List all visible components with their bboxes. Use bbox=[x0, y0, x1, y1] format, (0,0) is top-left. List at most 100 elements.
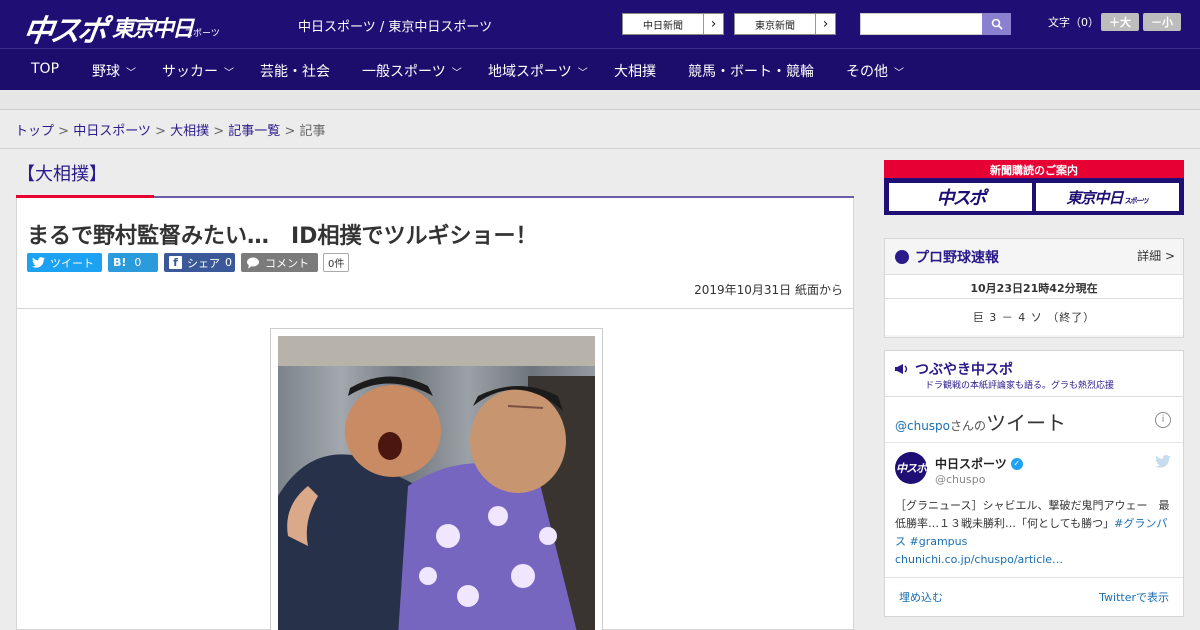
subscribe-chuspo-button[interactable]: 中スポ bbox=[889, 183, 1032, 211]
search-button[interactable] bbox=[982, 13, 1011, 35]
baseball-detail-link[interactable]: 詳細 > bbox=[1137, 247, 1175, 264]
tweet-text: ［グラニュース］シャビエル、撃破だ鬼門アウェー 最低勝率…１３戦未勝利…「何とし… bbox=[895, 497, 1173, 569]
chevron-right-icon: › bbox=[703, 14, 723, 34]
breadcrumb-article-list[interactable]: 記事一覧 bbox=[228, 124, 280, 139]
embed-link[interactable]: 埋め込む bbox=[899, 589, 943, 605]
divider bbox=[885, 442, 1183, 443]
search-icon bbox=[991, 18, 1003, 30]
breadcrumb-separator: > bbox=[280, 124, 300, 139]
hatena-count: 0 bbox=[134, 256, 142, 269]
nav-item-entertainment[interactable]: 芸能・社会 bbox=[260, 61, 330, 81]
view-on-twitter-link[interactable]: Twitterで表示 bbox=[1099, 589, 1169, 605]
tokyo-shimbun-label: 東京新聞 bbox=[755, 20, 795, 32]
nav-label: その他 bbox=[846, 64, 888, 80]
timeline-tweets-word: ツイート bbox=[986, 411, 1067, 435]
subscribe-tokyo-chunichi-label: 東京中日 bbox=[1066, 188, 1124, 207]
subscription-title: 新聞購読のご案内 bbox=[990, 164, 1078, 177]
nav-item-racing[interactable]: 競馬・ボート・競輪 bbox=[688, 61, 814, 81]
nav-label: 野球 bbox=[92, 64, 120, 80]
breadcrumb-current: 記事 bbox=[299, 124, 326, 139]
comment-label: コメント bbox=[265, 256, 309, 270]
tweet-share-label: ツイート bbox=[50, 256, 94, 270]
hatena-icon: B! bbox=[113, 256, 127, 269]
article-title: まるで野村監督みたい… ID相撲でツルギショー！ bbox=[27, 224, 538, 249]
tweets-widget: つぶやき中スポ ドラ観戦の本紙評論家も語る。グラも熱烈応援 @chuspoさんの… bbox=[884, 350, 1184, 617]
twitter-bird-icon[interactable] bbox=[1155, 455, 1171, 472]
tweet-user-name-text: 中日スポーツ bbox=[935, 457, 1007, 471]
tweet-hashtag[interactable]: #grampus bbox=[910, 535, 968, 548]
info-icon[interactable]: i bbox=[1155, 412, 1171, 428]
breadcrumb-separator: > bbox=[150, 124, 171, 139]
nav-item-regional-sports[interactable]: 地域スポーツ ﹀ bbox=[488, 61, 588, 81]
divider bbox=[885, 577, 1183, 578]
tweets-widget-title: つぶやき中スポ bbox=[915, 362, 1013, 378]
breadcrumb-top[interactable]: トップ bbox=[15, 124, 54, 139]
nav-label: サッカー bbox=[162, 64, 218, 80]
article-card: まるで野村監督みたい… ID相撲でツルギショー！ ツイート B! 0 f シェア… bbox=[16, 198, 854, 630]
nav-item-top[interactable]: TOP bbox=[31, 61, 59, 77]
subscribe-tokyo-chunichi-sub: スポーツ bbox=[1124, 197, 1150, 205]
tweet-user-name[interactable]: 中日スポーツ ✓ bbox=[935, 455, 1023, 472]
tweet-user-handle[interactable]: @chuspo bbox=[935, 473, 985, 486]
nav-item-general-sports[interactable]: 一般スポーツ ﹀ bbox=[362, 61, 462, 81]
nav-item-others[interactable]: その他 ﹀ bbox=[846, 61, 904, 81]
baseball-widget-header: プロ野球速報 bbox=[895, 247, 999, 267]
twitter-icon bbox=[32, 257, 45, 268]
tokyo-chunichi-logo[interactable]: 東京中日 bbox=[112, 11, 194, 43]
chevron-down-icon: ﹀ bbox=[894, 68, 904, 79]
nav-label: 一般スポーツ bbox=[362, 64, 446, 80]
font-smaller-button[interactable]: －小 bbox=[1143, 13, 1181, 31]
breadcrumb: トップ > 中日スポーツ > 大相撲 > 記事一覧 > 記事 bbox=[15, 120, 326, 139]
breadcrumb-sumo[interactable]: 大相撲 bbox=[170, 124, 209, 139]
baseball-scores-widget: プロ野球速報 詳細 > 10月23日21時42分現在 巨 3 － 4 ソ （終了… bbox=[884, 238, 1184, 338]
main-nav: TOP 野球 ﹀ サッカー ﹀ 芸能・社会 一般スポーツ ﹀ 地域スポーツ ﹀ 大相撲 … bbox=[0, 48, 1200, 90]
divider bbox=[0, 148, 1200, 149]
tweet-share-button[interactable]: ツイート bbox=[27, 253, 102, 272]
sub-nav-strip bbox=[0, 90, 1200, 110]
site-names: 中日スポーツ / 東京中日スポーツ bbox=[298, 20, 493, 35]
facebook-icon: f bbox=[169, 256, 182, 269]
facebook-count: 0 bbox=[225, 256, 232, 269]
chevron-down-icon: ﹀ bbox=[126, 68, 136, 79]
article-photo[interactable] bbox=[278, 336, 595, 630]
nav-label: 競馬・ボート・競輪 bbox=[688, 64, 814, 80]
chunichi-shimbun-link[interactable]: 中日新聞 › bbox=[622, 13, 724, 35]
breadcrumb-chunichi-sports[interactable]: 中日スポーツ bbox=[73, 124, 151, 139]
nav-label: 地域スポーツ bbox=[488, 64, 572, 80]
baseball-as-of: 10月23日21時42分現在 bbox=[885, 274, 1183, 299]
divider bbox=[17, 308, 853, 309]
baseball-score[interactable]: 巨 3 － 4 ソ （終了） bbox=[885, 299, 1183, 335]
twitter-timeline: @chuspoさんのツイート i 中スポ 中日スポーツ ✓ @chuspo ［グ… bbox=[885, 396, 1183, 616]
tweet-link[interactable]: chunichi.co.jp/chuspo/article… bbox=[895, 553, 1063, 566]
facebook-share-button[interactable]: f シェア 0 bbox=[164, 253, 235, 272]
sumo-wrestlers-photo bbox=[278, 336, 595, 630]
nav-item-baseball[interactable]: 野球 ﹀ bbox=[92, 61, 136, 81]
nav-item-sumo[interactable]: 大相撲 bbox=[614, 61, 656, 81]
tokyo-chunichi-logo-sub: スポーツ bbox=[184, 29, 220, 39]
comment-button[interactable]: コメント bbox=[241, 253, 318, 272]
chevron-down-icon: ﹀ bbox=[577, 68, 588, 79]
timeline-san: さんの bbox=[950, 419, 987, 433]
nav-item-soccer[interactable]: サッカー ﹀ bbox=[162, 61, 234, 81]
chuspo-logo[interactable]: 中スポ bbox=[21, 6, 108, 50]
tokyo-shimbun-link[interactable]: 東京新聞 › bbox=[734, 13, 836, 35]
tweets-widget-header: つぶやき中スポ bbox=[895, 359, 1013, 379]
nav-label: 大相撲 bbox=[614, 64, 656, 80]
search-input[interactable] bbox=[860, 13, 983, 35]
timeline-heading: @chuspoさんのツイート bbox=[895, 407, 1066, 436]
chunichi-shimbun-label: 中日新聞 bbox=[643, 20, 683, 32]
comment-count: 0件 bbox=[323, 253, 350, 272]
breadcrumb-separator: > bbox=[209, 124, 229, 139]
baseball-widget-title: プロ野球速報 bbox=[915, 250, 999, 266]
subscribe-chuspo-label: 中スポ bbox=[936, 188, 987, 209]
megaphone-icon bbox=[895, 364, 908, 374]
hatena-bookmark-button[interactable]: B! 0 bbox=[108, 253, 158, 272]
font-bigger-button[interactable]: ＋大 bbox=[1101, 13, 1139, 31]
timeline-handle[interactable]: @chuspo bbox=[895, 419, 950, 433]
font-size-label: 文字（0） bbox=[1048, 16, 1099, 29]
subscribe-tokyo-chunichi-button[interactable]: 東京中日 スポーツ bbox=[1036, 183, 1179, 211]
avatar[interactable]: 中スポ bbox=[895, 452, 927, 484]
chevron-right-icon: › bbox=[815, 14, 835, 34]
nav-label: TOP bbox=[31, 61, 60, 77]
article-category: 【大相撲】 bbox=[17, 164, 107, 185]
